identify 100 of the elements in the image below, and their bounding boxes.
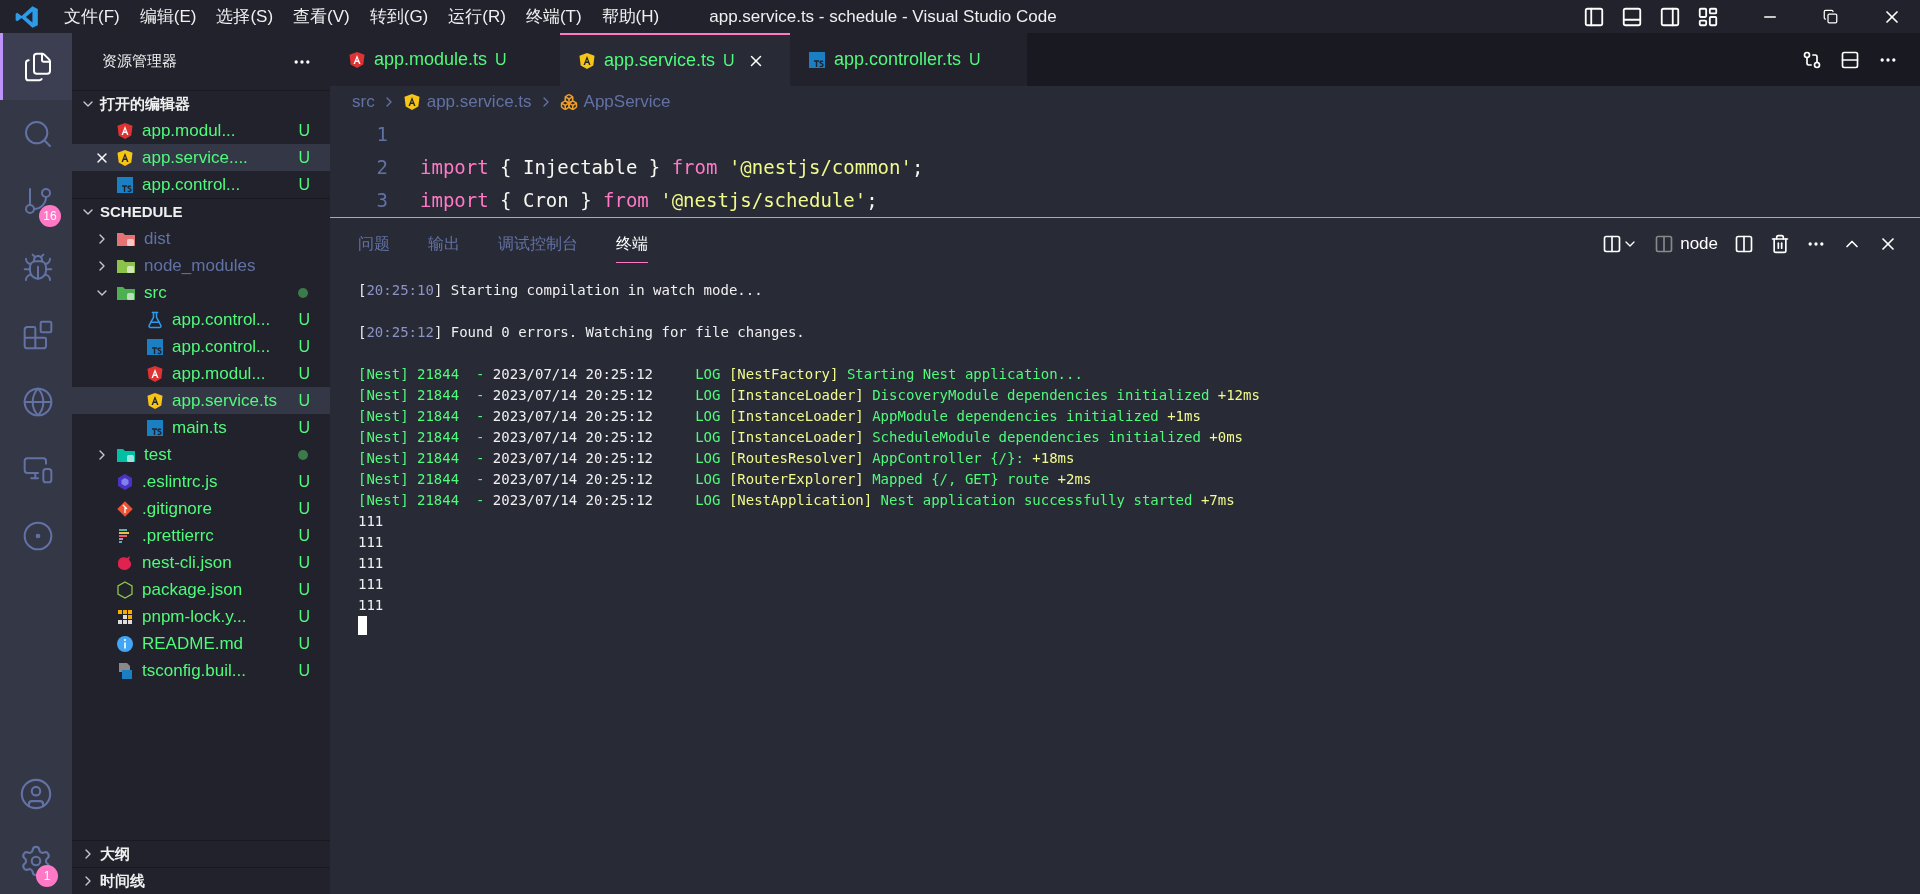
terminal-line: [20:25:10] Starting compilation in watch mode... — [358, 281, 764, 300]
file-row[interactable]: tsconfig.buil... U — [72, 657, 330, 684]
menu-item[interactable]: 选择(S) — [206, 3, 284, 30]
terminal-line: [Nest] 21844 - 2023/07/14 20:25:12 LOG [InstanceLoader] DiscoveryModule dependencies initialized +12ms — [358, 386, 1261, 405]
typescript-icon — [808, 50, 826, 69]
file-name: dist — [144, 227, 171, 250]
file-name: app.control... — [172, 308, 271, 331]
code-line: import { Injectable } from '@nestjs/common'; — [420, 155, 924, 181]
toggle-sidebar-icon[interactable] — [1583, 5, 1605, 28]
terminal-line: 111 — [358, 533, 385, 552]
layout-icon[interactable] — [1697, 5, 1719, 28]
file-name: app.control... — [142, 173, 241, 196]
editor-tab[interactable]: app.module.ts U — [330, 33, 560, 86]
file-row[interactable]: app.modul... U — [72, 360, 330, 387]
toggle-panel-icon[interactable] — [1621, 5, 1643, 28]
status-letter: U — [298, 579, 310, 600]
status-letter: U — [298, 525, 310, 546]
angular-icon — [116, 121, 134, 140]
typescript-icon — [146, 337, 164, 356]
trash-icon[interactable] — [1770, 234, 1790, 254]
file-row[interactable]: main.ts U — [72, 414, 330, 441]
file-row[interactable]: nest-cli.json U — [72, 549, 330, 576]
globe-icon — [21, 385, 54, 418]
file-row[interactable]: package.json U — [72, 576, 330, 603]
file-row[interactable]: .prettierrc U — [72, 522, 330, 549]
status-letter: U — [969, 49, 981, 70]
file-name: app.modul... — [142, 119, 236, 142]
section-header[interactable]: SCHEDULE — [72, 198, 330, 225]
file-row[interactable]: app.modul... U — [72, 117, 330, 144]
blocks-icon — [116, 607, 134, 626]
menu-item[interactable]: 文件(F) — [54, 3, 130, 30]
terminal-line: [Nest] 21844 - 2023/07/14 20:25:12 LOG [NestApplication] Nest application successfully started +7ms — [358, 491, 1236, 510]
toggle-secondary-sidebar-icon[interactable] — [1659, 5, 1681, 28]
split-editor-icon[interactable] — [1840, 49, 1860, 70]
terminal-line: [Nest] 21844 - 2023/07/14 20:25:12 LOG [RoutesResolver] AppController {/}: +18ms — [358, 449, 1076, 468]
menu-item[interactable]: 编辑(E) — [129, 3, 207, 30]
angular-icon — [578, 51, 596, 70]
menu-item[interactable]: 运行(R) — [438, 3, 516, 30]
status-letter: U — [298, 309, 310, 330]
file-row[interactable]: .eslintrc.js U — [72, 468, 330, 495]
file-name: main.ts — [172, 416, 227, 439]
section-header[interactable]: 时间线 — [72, 867, 330, 894]
status-letter: U — [298, 606, 310, 627]
status-letter: U — [298, 147, 310, 168]
terminal-line: 111 — [358, 554, 385, 573]
file-row[interactable]: app.control... U — [72, 306, 330, 333]
line-number: 2 — [375, 155, 388, 181]
bug-icon — [21, 251, 54, 284]
split-terminal-icon[interactable] — [1734, 234, 1754, 254]
status-letter: U — [298, 471, 310, 492]
file-row[interactable]: pnpm-lock.y... U — [72, 603, 330, 630]
angular-icon — [402, 93, 421, 111]
editor-tab[interactable]: app.service.ts U — [560, 33, 790, 86]
status-letter: U — [298, 417, 310, 438]
menu-item[interactable]: 终端(T) — [515, 3, 592, 30]
terminal-selector[interactable]: node — [1654, 231, 1718, 257]
terminal-line: [Nest] 21844 - 2023/07/14 20:25:12 LOG [RouterExplorer] Mapped {/, GET} route +2ms — [358, 470, 1093, 489]
terminal-icon — [1654, 234, 1675, 254]
vscode-logo-icon — [14, 3, 40, 30]
status-letter: U — [298, 390, 310, 411]
file-row[interactable]: app.control... U — [72, 333, 330, 360]
line-number: 3 — [375, 188, 388, 214]
file-name: pnpm-lock.y... — [142, 605, 247, 628]
editor-tab[interactable]: app.controller.ts U — [790, 33, 1027, 86]
hexagon-outline-icon — [116, 580, 134, 599]
angular-icon — [348, 50, 366, 69]
count-badge: 1 — [36, 865, 58, 887]
folder-row[interactable]: src — [72, 279, 330, 306]
window-title: app.service.ts - schedule - Visual Studio Code — [709, 5, 1057, 28]
section-header[interactable]: 打开的编辑器 — [72, 90, 330, 117]
menu-item[interactable]: 帮助(H) — [591, 3, 670, 30]
terminal-cursor — [358, 616, 367, 635]
status-letter: U — [298, 336, 310, 357]
file-name: .prettierrc — [142, 524, 214, 547]
status-letter: U — [298, 552, 310, 573]
file-row[interactable]: app.service.ts U — [72, 387, 330, 414]
new-terminal-icon[interactable] — [1602, 234, 1623, 254]
class-icon — [559, 93, 578, 111]
file-row[interactable]: README.md U — [72, 630, 330, 657]
folder-row[interactable]: test — [72, 441, 330, 468]
terminal-line: [Nest] 21844 - 2023/07/14 20:25:12 LOG [NestFactory] Starting Nest application... — [358, 365, 1084, 384]
status-letter: U — [298, 363, 310, 384]
angular-icon — [146, 391, 164, 410]
terminal-line: 111 — [358, 596, 385, 615]
file-row[interactable]: .gitignore U — [72, 495, 330, 522]
account-icon — [19, 776, 53, 811]
file-row[interactable]: app.control... U — [72, 171, 330, 198]
file-row[interactable]: app.service.... U — [72, 144, 330, 171]
restore-icon[interactable] — [1823, 9, 1838, 24]
info-icon — [116, 634, 134, 653]
panel-tab[interactable]: 终端 — [616, 225, 648, 263]
menu-item[interactable]: 查看(V) — [283, 3, 360, 30]
activity-button[interactable] — [0, 33, 72, 100]
menu-item[interactable]: 转到(G) — [359, 3, 439, 30]
sidebar-title: 资源管理器 — [102, 51, 177, 72]
typescript-icon — [146, 418, 164, 437]
status-letter: U — [495, 49, 507, 70]
terminal-line: [Nest] 21844 - 2023/07/14 20:25:12 LOG [InstanceLoader] AppModule dependencies initialized +1ms — [358, 407, 1202, 426]
section-header[interactable]: 大纲 — [72, 840, 330, 867]
compare-icon[interactable] — [1802, 49, 1822, 70]
